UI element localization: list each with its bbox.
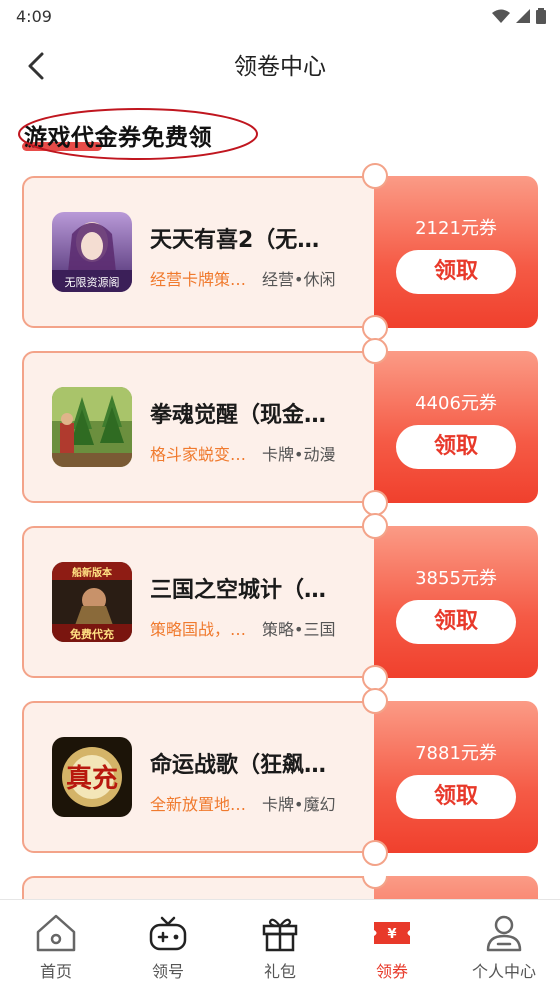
game-tags: 策略•三国 — [262, 620, 336, 639]
tab-label: 首页 — [39, 962, 72, 981]
game-description: 格斗家蜕变… — [150, 445, 247, 464]
game-icon: 船新版本 免费代充 — [52, 562, 132, 642]
gamepad-icon — [149, 916, 187, 951]
game-description: 全新放置地… — [150, 795, 247, 814]
tab-profile[interactable]: 个人中心 — [448, 900, 560, 996]
coupon-card[interactable]: 无限资源阁 天天有喜2（无… 经营卡牌策… 经营•休闲 2121元券 领取 — [22, 163, 538, 341]
claim-button[interactable]: 领取 — [396, 775, 516, 819]
section-header: 游戏代金券免费领 — [16, 106, 260, 162]
home-icon — [36, 914, 76, 952]
game-icon — [52, 387, 132, 467]
game-description: 经营卡牌策… — [150, 270, 247, 289]
game-description: 策略国战，… — [150, 620, 247, 639]
coupon-card[interactable]: 拳魂觉醒（现金… 格斗家蜕变… 卡牌•动漫 4406元券 领取 — [22, 338, 538, 516]
coupon-amount: 3855元券 — [415, 568, 497, 589]
claim-button[interactable]: 领取 — [396, 600, 516, 644]
game-icon: 无限资源阁 — [52, 212, 132, 292]
svg-text:免费代充: 免费代充 — [70, 627, 114, 641]
coupon-panel: 7881元券 领取 — [374, 701, 538, 853]
ticket-notch — [362, 513, 388, 539]
game-name: 天天有喜2（无… — [150, 228, 320, 253]
ticket-notch — [362, 338, 388, 364]
claim-button[interactable]: 领取 — [396, 425, 516, 469]
svg-text:¥: ¥ — [387, 927, 396, 942]
status-icons — [492, 8, 546, 24]
title-bar: 领卷中心 — [0, 34, 560, 90]
coupon-amount: 4406元券 — [415, 393, 497, 414]
tab-account[interactable]: 领号 — [112, 900, 224, 996]
user-icon — [486, 915, 522, 952]
svg-text:无限资源阁: 无限资源阁 — [65, 275, 120, 289]
ticket-notch — [362, 840, 388, 866]
claim-button[interactable]: 领取 — [396, 250, 516, 294]
svg-text:真充: 真充 — [66, 763, 118, 794]
game-icon: 真充 — [52, 737, 132, 817]
tab-label: 领券 — [375, 962, 408, 981]
tab-coupon[interactable]: ¥ 领券 — [336, 900, 448, 996]
game-tags: 经营•休闲 — [262, 270, 336, 289]
tab-gift[interactable]: 礼包 — [224, 900, 336, 996]
ticket-notch — [362, 163, 388, 189]
card-info: 真充 命运战歌（狂飙… 全新放置地… 卡牌•魔幻 — [22, 701, 376, 853]
coupon-icon: ¥ — [374, 922, 410, 944]
page-title: 领卷中心 — [234, 54, 326, 80]
game-tags: 卡牌•动漫 — [262, 445, 336, 464]
card-info: 船新版本 免费代充 三国之空城计（… 策略国战，… 策略•三国 — [22, 526, 376, 678]
status-bar: 4:09 — [0, 0, 560, 34]
section-title: 游戏代金券免费领 — [24, 125, 212, 151]
battery-icon — [536, 8, 546, 24]
coupon-amount: 7881元券 — [415, 743, 497, 764]
game-name: 三国之空城计（… — [150, 578, 327, 603]
card-info: 无限资源阁 天天有喜2（无… 经营卡牌策… 经营•休闲 — [22, 176, 376, 328]
signal-icon — [516, 9, 530, 23]
tab-label: 礼包 — [263, 962, 296, 981]
coupon-amount: 2121元券 — [415, 218, 497, 239]
game-name: 拳魂觉醒（现金… — [150, 403, 327, 428]
status-time: 4:09 — [16, 7, 52, 26]
tab-home[interactable]: 首页 — [0, 900, 112, 996]
tab-label: 个人中心 — [471, 962, 536, 981]
wifi-icon — [492, 9, 510, 23]
coupon-panel: 4406元券 领取 — [374, 351, 538, 503]
svg-text:船新版本: 船新版本 — [72, 566, 113, 579]
card-info: 拳魂觉醒（现金… 格斗家蜕变… 卡牌•动漫 — [22, 351, 376, 503]
game-tags: 卡牌•魔幻 — [262, 795, 336, 814]
tab-label: 领号 — [151, 962, 184, 981]
gift-icon — [262, 918, 298, 952]
coupon-panel: 3855元券 领取 — [374, 526, 538, 678]
coupon-panel: 2121元券 领取 — [374, 176, 538, 328]
coupon-card[interactable]: 真充 命运战歌（狂飙… 全新放置地… 卡牌•魔幻 7881元券 领取 — [22, 688, 538, 866]
ticket-notch — [362, 688, 388, 714]
bottom-tab-bar: 首页 领号 礼包 ¥ 领券 个人中心 — [0, 899, 560, 995]
game-name: 命运战歌（狂飙… — [150, 753, 327, 778]
coupon-card[interactable]: 船新版本 免费代充 三国之空城计（… 策略国战，… 策略•三国 3855元券 领… — [22, 513, 538, 691]
